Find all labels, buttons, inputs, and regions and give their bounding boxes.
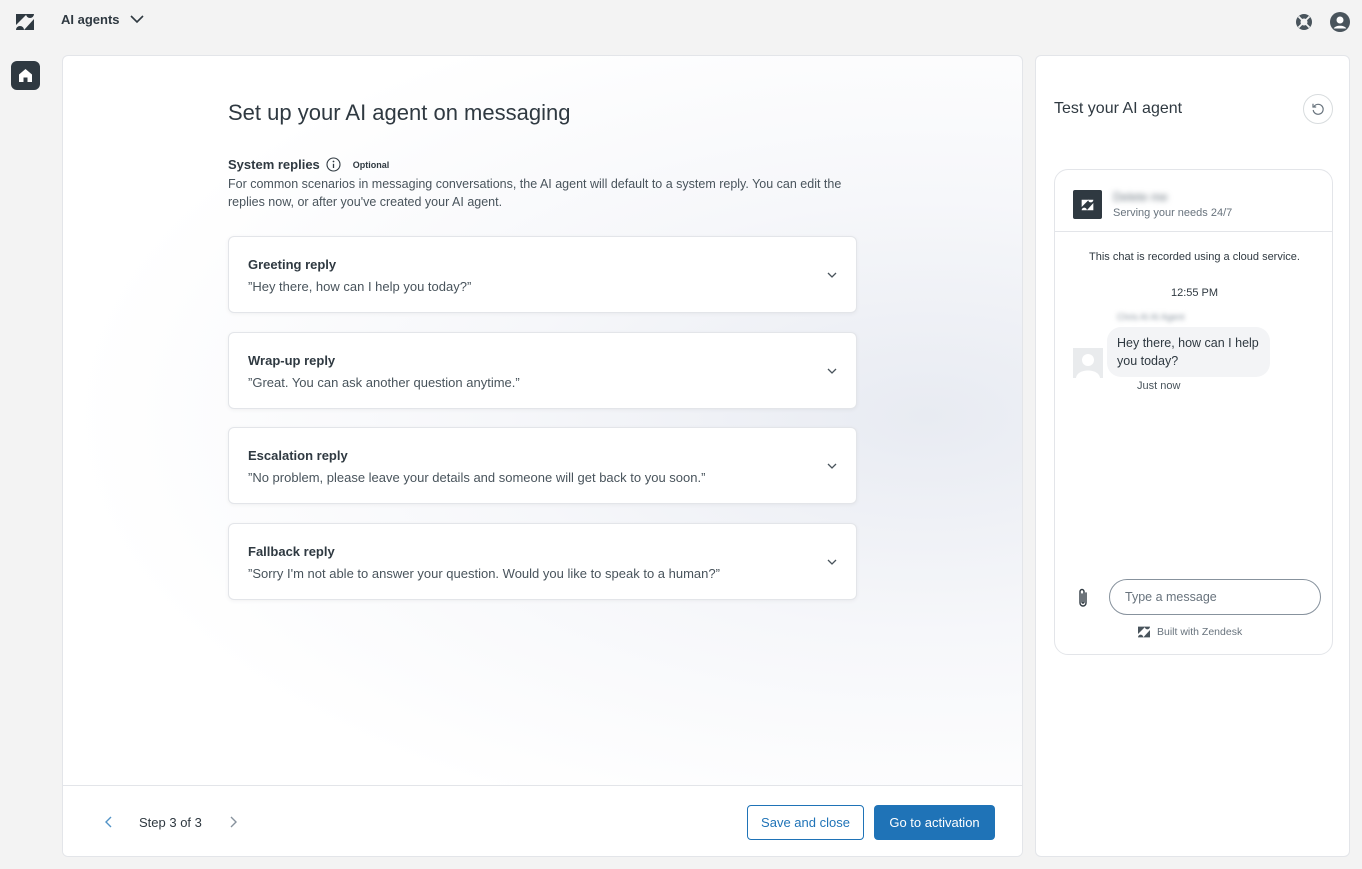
go-to-activation-button[interactable]: Go to activation	[874, 805, 995, 840]
chevron-down-icon	[827, 368, 837, 374]
section-title: System replies	[228, 157, 320, 172]
wizard-footer: Step 3 of 3 Save and close Go to activat…	[63, 785, 1022, 856]
reply-text: ”Hey there, how can I help you today?”	[248, 279, 472, 294]
reply-title: Escalation reply	[248, 448, 348, 463]
top-bar: AI agents	[0, 0, 1362, 44]
message-input[interactable]	[1109, 579, 1321, 615]
zendesk-logo-icon[interactable]	[15, 13, 35, 31]
page-title: Set up your AI agent on messaging	[228, 100, 571, 125]
fallback-reply-card[interactable]: Fallback reply ”Sorry I'm not able to an…	[228, 523, 857, 600]
built-with-footer: Built with Zendesk	[1137, 626, 1242, 638]
chevron-down-icon	[827, 463, 837, 469]
paperclip-icon[interactable]	[1075, 587, 1091, 609]
widget-brand-logo	[1073, 190, 1102, 219]
chevron-left-icon[interactable]	[103, 815, 115, 829]
chevron-down-icon	[827, 559, 837, 565]
wrap-up-reply-card[interactable]: Wrap-up reply ”Great. You can ask anothe…	[228, 332, 857, 409]
home-nav-button[interactable]	[11, 61, 40, 90]
widget-agent-name: Delete me	[1113, 190, 1168, 204]
reply-title: Wrap-up reply	[248, 353, 336, 368]
messaging-widget-preview: Delete me Serving your needs 24/7 This c…	[1054, 169, 1333, 655]
reply-title: Fallback reply	[248, 544, 335, 559]
bot-avatar	[1073, 348, 1103, 378]
built-with-label: Built with Zendesk	[1157, 626, 1243, 638]
reply-title: Greeting reply	[248, 257, 337, 272]
step-indicator: Step 3 of 3	[139, 815, 202, 830]
save-and-close-button[interactable]: Save and close	[747, 805, 864, 840]
escalation-reply-card[interactable]: Escalation reply ”No problem, please lea…	[228, 427, 857, 504]
test-agent-panel: Test your AI agent Delete me Serving you…	[1035, 55, 1350, 857]
widget-header: Delete me Serving your needs 24/7	[1055, 170, 1332, 232]
chevron-down-icon	[129, 15, 144, 24]
home-icon	[19, 69, 32, 82]
info-icon[interactable]	[326, 157, 341, 172]
recording-notice: This chat is recorded using a cloud serv…	[1089, 251, 1300, 263]
bot-message-bubble: Hey there, how can I help you today?	[1107, 327, 1270, 377]
zendesk-logo-icon	[1081, 199, 1094, 210]
product-switcher[interactable]: AI agents	[61, 12, 144, 27]
reply-text: ”No problem, please leave your details a…	[248, 470, 706, 485]
chevron-right-icon[interactable]	[227, 815, 239, 829]
setup-card: Set up your AI agent on messaging System…	[62, 55, 1023, 857]
person-icon	[1076, 354, 1100, 378]
optional-badge: Optional	[352, 159, 390, 170]
test-panel-title: Test your AI agent	[1054, 100, 1183, 117]
widget-subtitle: Serving your needs 24/7	[1113, 207, 1233, 219]
zendesk-logo-icon	[1138, 626, 1150, 638]
reply-text: ”Sorry I'm not able to answer your quest…	[248, 566, 720, 581]
refresh-icon	[1312, 103, 1324, 115]
chevron-down-icon	[827, 272, 837, 278]
message-status: Just now	[1137, 380, 1181, 392]
profile-avatar-icon[interactable]	[1330, 12, 1350, 32]
help-lifebuoy-icon[interactable]	[1294, 12, 1314, 32]
bot-name: Chris AI AI Agent	[1117, 312, 1185, 322]
greeting-reply-card[interactable]: Greeting reply ”Hey there, how can I hel…	[228, 236, 857, 313]
section-header: System replies Optional	[228, 157, 389, 172]
reply-text: ”Great. You can ask another question any…	[248, 375, 520, 390]
chat-timestamp: 12:55 PM	[1170, 287, 1219, 299]
reset-chat-button[interactable]	[1303, 94, 1333, 124]
product-name: AI agents	[61, 12, 120, 27]
section-description: For common scenarios in messaging conver…	[228, 177, 842, 209]
